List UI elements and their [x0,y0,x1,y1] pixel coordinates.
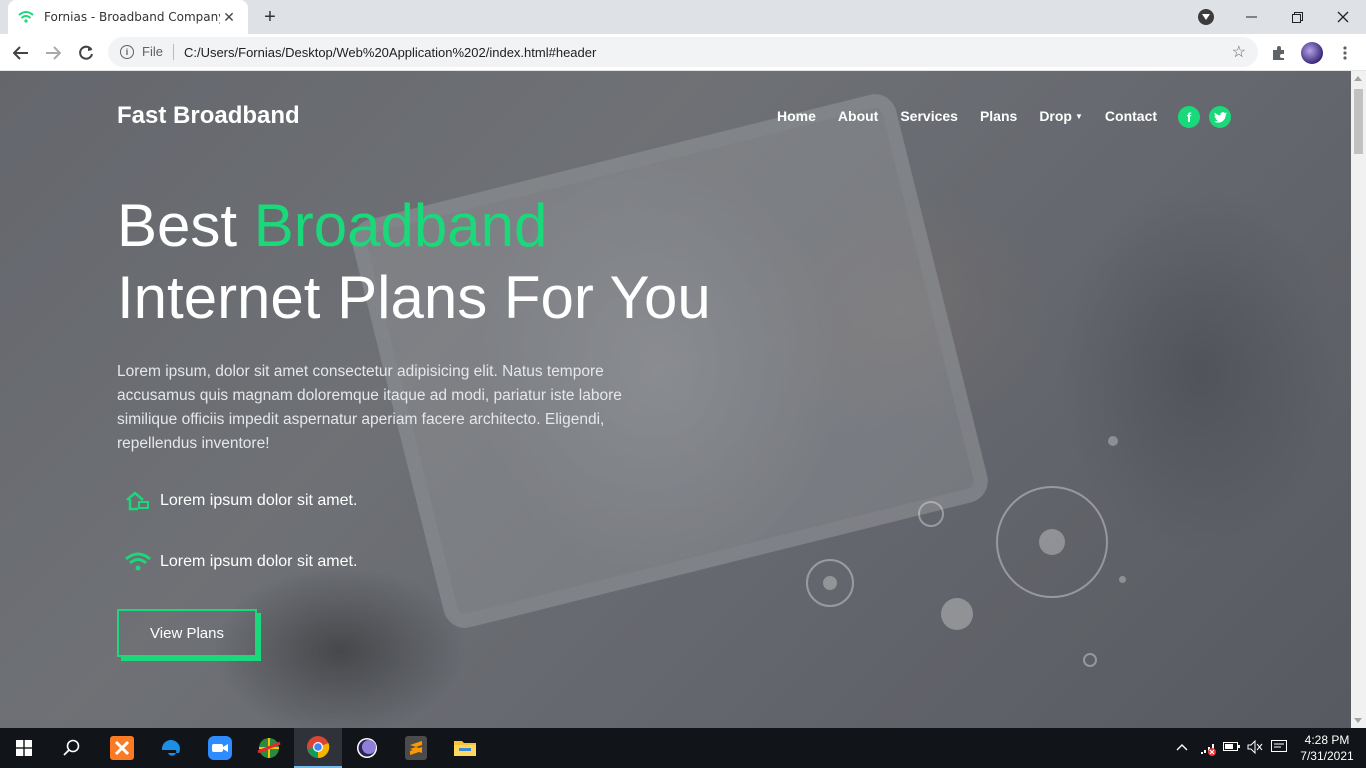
eclipse-icon[interactable] [343,728,391,768]
url-text[interactable]: C:/Users/Fornias/Desktop/Web%20Applicati… [184,45,1232,60]
tray-chevron-up-icon[interactable] [1176,740,1188,754]
hero-title-accent: Broadband [253,192,548,259]
bookmark-star-icon[interactable]: ☆ [1232,42,1246,62]
feature-text: Lorem ipsum dolor sit amet. [160,492,358,509]
nav-about[interactable]: About [838,108,878,124]
feature-item: Lorem ipsum dolor sit amet. [124,489,357,513]
minimize-window-icon[interactable] [1228,0,1274,34]
more-menu-icon[interactable] [1334,42,1356,64]
input-indicator-icon[interactable] [1271,740,1287,757]
feature-text: Lorem ipsum dolor sit amet. [160,553,358,570]
zoom-icon[interactable] [196,728,244,768]
page-scrollbar[interactable] [1351,71,1366,728]
clock-date: 7/31/2021 [1300,749,1354,763]
extensions-puzzle-icon[interactable] [1268,42,1290,64]
windows-taskbar: 4:28 PM 7/31/2021 [0,728,1366,768]
battery-icon[interactable] [1223,740,1241,755]
nav-services[interactable]: Services [900,108,958,124]
browser-tab[interactable]: Fornias - Broadband Company ✕ [8,0,248,34]
network-disconnected-icon[interactable] [1199,740,1217,759]
facebook-icon[interactable]: f [1178,106,1200,128]
profile-avatar[interactable] [1301,42,1323,64]
hero-title: Best Broadband Internet Plans For You [117,190,711,334]
windows-start-icon[interactable] [0,728,48,768]
nav-drop-label: Drop [1039,108,1072,124]
chrome-icon[interactable] [294,728,342,768]
taskbar-clock[interactable]: 4:28 PM 7/31/2021 [1292,732,1362,764]
tab-title: Fornias - Broadband Company [44,10,220,24]
house-icon [124,489,152,513]
restore-window-icon[interactable] [1274,0,1320,34]
reload-icon[interactable] [73,40,99,66]
hero-title-line2: Internet Plans For You [117,264,711,331]
browser-toolbar: i File C:/Users/Fornias/Desktop/Web%20Ap… [0,34,1366,71]
forward-arrow-icon[interactable] [40,40,66,66]
back-arrow-icon[interactable] [8,40,34,66]
tab-close-icon[interactable]: ✕ [220,8,238,26]
sublime-text-icon[interactable] [392,728,440,768]
tab-search-icon[interactable] [1198,9,1214,25]
volume-muted-icon[interactable] [1247,739,1263,757]
feature-item: Lorem ipsum dolor sit amet. [124,550,357,574]
wifi-favicon-icon [18,9,34,25]
scrollbar-thumb[interactable] [1354,89,1363,154]
hero-section: Fast Broadband Home About Services Plans… [0,71,1366,728]
file-explorer-icon[interactable] [441,728,489,768]
twitter-icon[interactable] [1209,106,1231,128]
address-bar[interactable]: i File C:/Users/Fornias/Desktop/Web%20Ap… [108,37,1258,67]
hero-title-part1: Best [117,192,254,259]
edge-icon[interactable] [147,728,195,768]
site-brand[interactable]: Fast Broadband [117,102,300,130]
caret-down-icon: ▼ [1074,112,1083,121]
wifi-icon [124,550,152,574]
new-tab-button[interactable]: + [258,5,282,29]
browser-tab-bar: Fornias - Broadband Company ✕ + [0,0,1366,34]
nav-home[interactable]: Home [777,108,816,124]
close-window-icon[interactable] [1320,0,1366,34]
scroll-up-icon[interactable] [1354,76,1362,81]
nav-drop[interactable]: Drop ▼ [1039,108,1083,124]
view-plans-button[interactable]: View Plans [117,609,257,657]
search-icon[interactable] [48,728,96,768]
url-scheme-label: File [142,44,174,60]
nav-plans[interactable]: Plans [980,108,1017,124]
scroll-down-icon[interactable] [1354,718,1362,723]
vpn-globe-icon[interactable] [245,728,293,768]
hero-lead: Lorem ipsum, dolor sit amet consectetur … [117,363,622,452]
site-info-icon[interactable]: i [120,45,134,59]
clock-time: 4:28 PM [1304,733,1350,747]
nav-contact[interactable]: Contact [1105,108,1157,124]
main-nav: Home About Services Plans Drop ▼ Contact [777,108,1179,124]
xampp-icon[interactable] [98,728,146,768]
